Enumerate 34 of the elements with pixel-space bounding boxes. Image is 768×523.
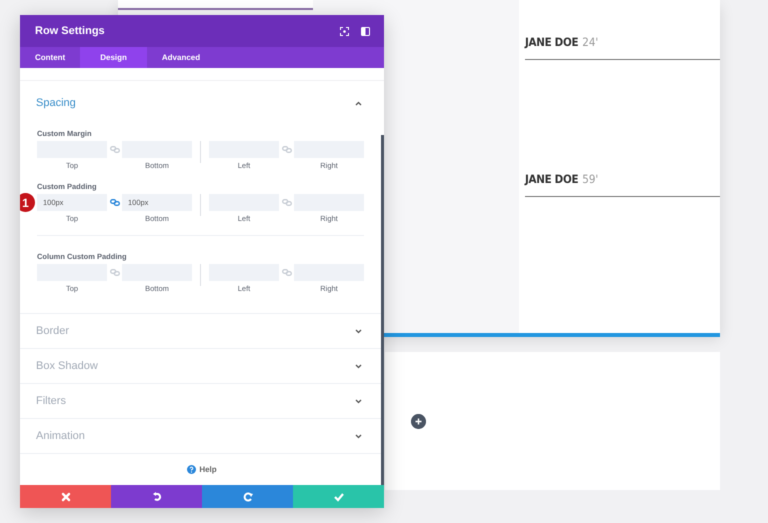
link-icon[interactable] [110, 269, 120, 276]
sidebar-icon[interactable] [361, 26, 370, 36]
modal-title: Row Settings [35, 25, 106, 37]
save-button[interactable] [293, 485, 384, 508]
undo-icon [150, 490, 162, 502]
link-icon[interactable] [282, 199, 292, 206]
link-icon[interactable] [110, 199, 120, 206]
step-badge: 1 [20, 193, 35, 212]
discard-button[interactable] [20, 485, 111, 508]
menu-item-price: 24' [582, 35, 598, 49]
chevron-icon[interactable] [355, 434, 362, 438]
help-icon[interactable] [187, 465, 196, 474]
tab[interactable]: Design [80, 47, 147, 68]
redo-icon [242, 490, 254, 502]
chevron-icon[interactable] [355, 364, 362, 368]
discard-icon [60, 490, 72, 502]
save-icon [332, 490, 344, 502]
tab[interactable]: Content [20, 47, 80, 68]
add-icon[interactable] [411, 414, 426, 428]
help-link[interactable]: Help [199, 465, 217, 474]
scrollbar[interactable] [381, 135, 384, 485]
menu-item-price: 59' [582, 172, 598, 186]
link-icon[interactable] [282, 146, 292, 153]
menu-item-name: JANE DOE [525, 172, 578, 186]
menu-item-name: JANE DOE [525, 35, 578, 49]
link-icon[interactable] [282, 269, 292, 276]
link-icon[interactable] [110, 146, 120, 153]
tab[interactable]: Advanced [146, 47, 216, 68]
expand-icon[interactable] [340, 26, 349, 36]
redo-button[interactable] [202, 485, 293, 508]
chevron-icon[interactable] [355, 100, 362, 106]
chevron-icon[interactable] [355, 398, 362, 404]
chevron-icon[interactable] [355, 328, 362, 334]
section-title[interactable]: Spacing [36, 97, 355, 109]
